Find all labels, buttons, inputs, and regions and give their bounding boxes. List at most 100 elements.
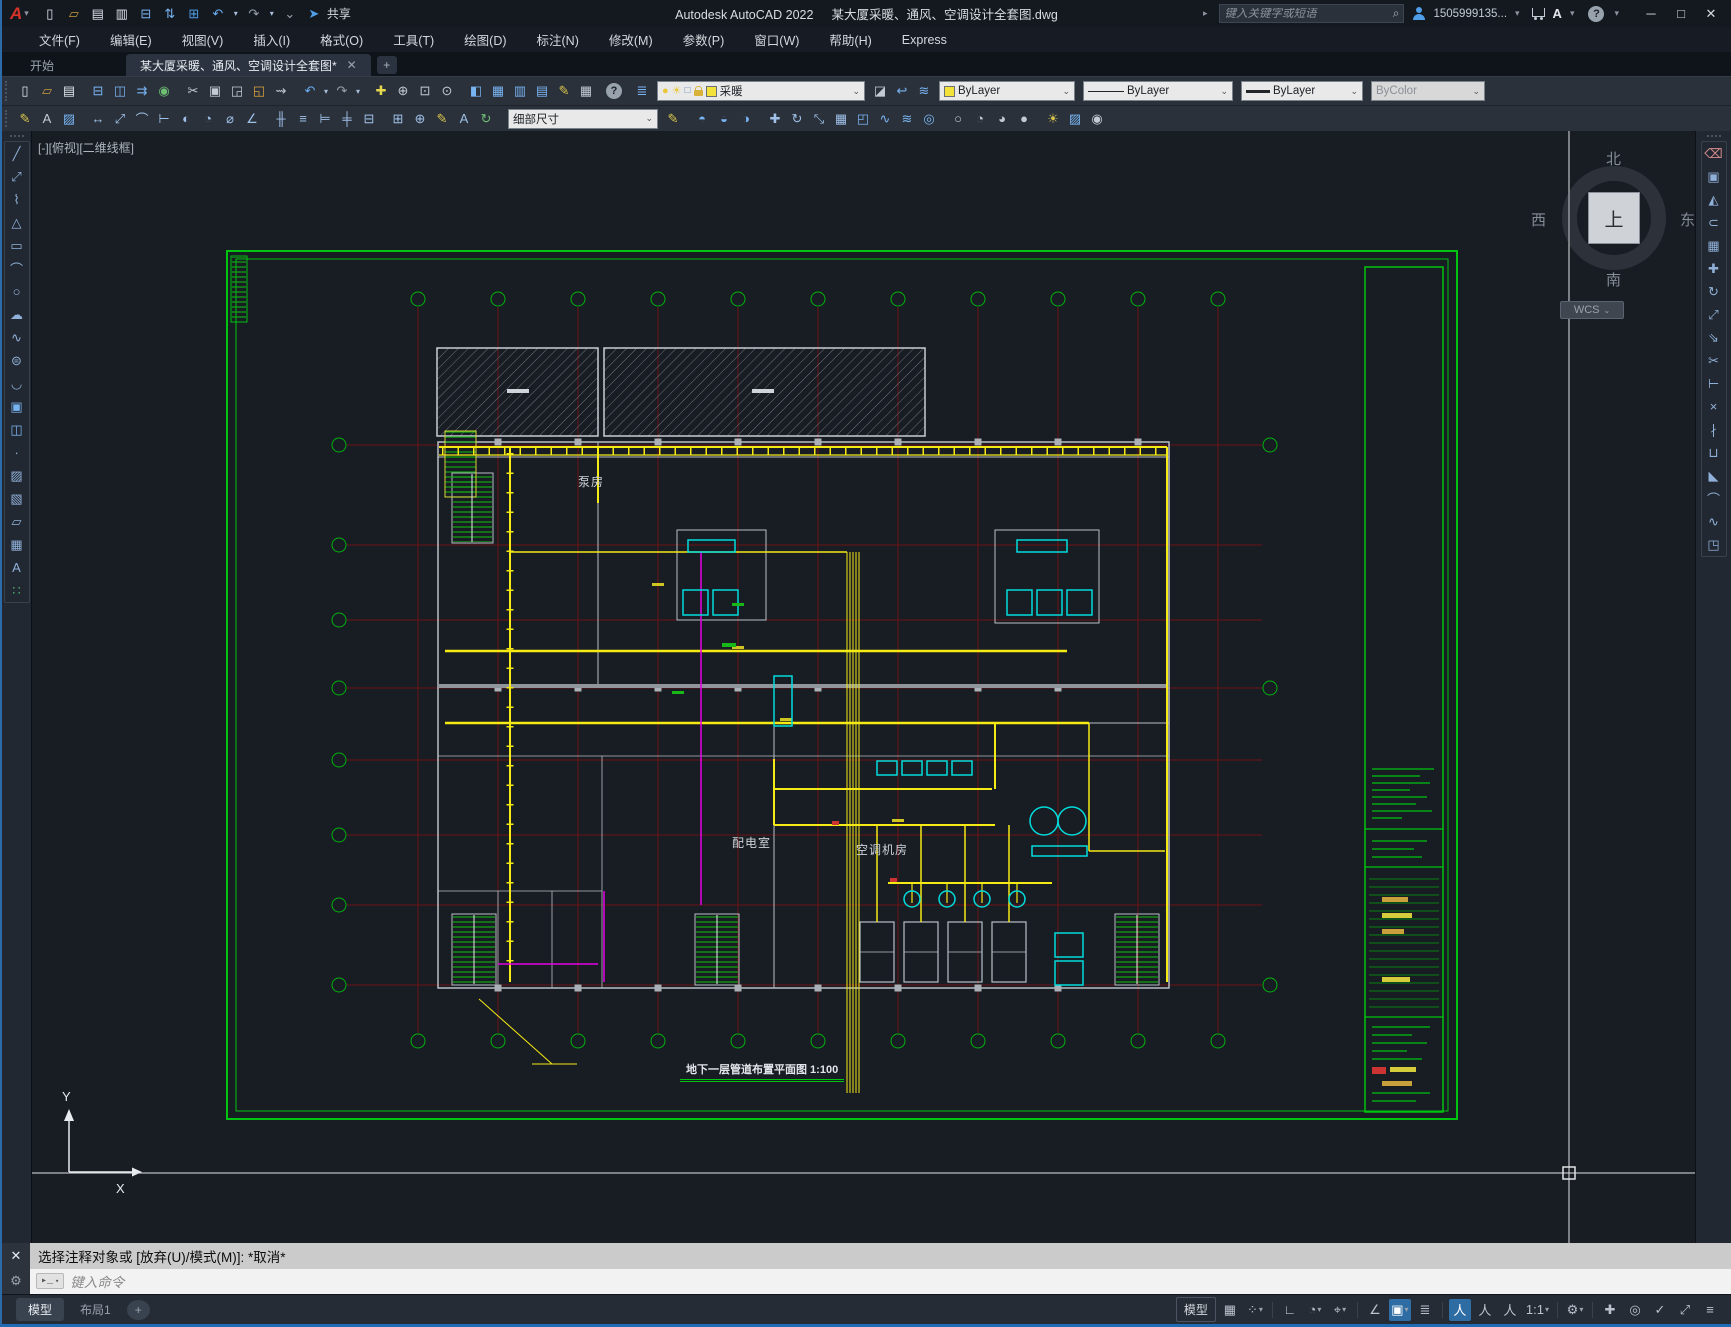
pan-icon[interactable]: ✚ bbox=[370, 81, 392, 101]
recent-commands-icon[interactable]: ▸_ ▾ bbox=[36, 1273, 65, 1290]
drawing-canvas[interactable]: [-][俯视][二维线框] 泵房 配电室 空调机房 地下一层管道布置平面图 1:… bbox=[32, 131, 1695, 1243]
ellipse-icon[interactable]: ⊜ bbox=[5, 349, 29, 372]
command-close-button[interactable]: ✕ bbox=[2, 1243, 30, 1269]
dim-style-dropdown[interactable]: 细部尺寸 ⌄ bbox=[508, 108, 658, 129]
loft-icon[interactable]: ≋ bbox=[896, 109, 918, 129]
graphics-performance-icon[interactable]: ✓ bbox=[1649, 1299, 1671, 1321]
viewport-controls[interactable]: [-][俯视][二维线框] bbox=[38, 139, 134, 156]
command-tools-icon[interactable]: ⚙ bbox=[2, 1268, 30, 1294]
3d-align-icon[interactable]: ⤡ bbox=[808, 109, 830, 129]
tolerance-icon[interactable]: ⊞ bbox=[387, 109, 409, 129]
hatch-icon[interactable]: ▨ bbox=[5, 464, 29, 487]
minimize-button[interactable]: ─ bbox=[1637, 3, 1665, 25]
open-folder-icon[interactable]: ▱ bbox=[63, 4, 85, 24]
redo-dropdown-icon[interactable]: ▾ bbox=[267, 4, 277, 24]
trim-icon[interactable]: ✂ bbox=[1702, 349, 1726, 372]
match-properties-icon[interactable]: ⇝ bbox=[270, 81, 292, 101]
sheet-set-manager-icon[interactable]: ▤ bbox=[531, 81, 553, 101]
stretch-icon[interactable]: ⇘ bbox=[1702, 326, 1726, 349]
menu-item[interactable]: 格式(O) bbox=[305, 27, 378, 52]
annotation-scale-button[interactable]: 1:1 ▾ bbox=[1524, 1299, 1551, 1321]
undo-icon[interactable]: ↶ bbox=[299, 81, 321, 101]
new-file-icon[interactable]: ▯ bbox=[14, 81, 36, 101]
user-avatar-icon[interactable] bbox=[1412, 7, 1425, 20]
maximize-button[interactable]: □ bbox=[1667, 3, 1695, 25]
fillet-icon[interactable]: ⌒ bbox=[1702, 487, 1726, 510]
sweep-icon[interactable]: ∿ bbox=[874, 109, 896, 129]
autocad-logo-icon[interactable]: A bbox=[2, 4, 24, 24]
save-icon[interactable]: ▤ bbox=[87, 4, 109, 24]
layer-dropdown[interactable]: ● ☀ □ 采暖 ⌄ bbox=[657, 81, 865, 101]
paste-special-icon[interactable]: ◱ bbox=[248, 81, 270, 101]
properties-palette-icon[interactable]: ◧ bbox=[465, 81, 487, 101]
save-icon[interactable]: ▤ bbox=[58, 81, 80, 101]
share-icon[interactable]: ➤ bbox=[303, 4, 325, 24]
viewcube-north[interactable]: 北 bbox=[1606, 148, 1621, 169]
isometric-drafting-icon[interactable]: ∠ bbox=[1364, 1299, 1386, 1321]
point-icon[interactable]: ∙ bbox=[5, 441, 29, 464]
viewcube-east[interactable]: 东 bbox=[1680, 209, 1695, 230]
zoom-realtime-icon[interactable]: ⊕ bbox=[392, 81, 414, 101]
dim-edit-icon[interactable]: ✎ bbox=[431, 109, 453, 129]
layer-properties-icon[interactable]: ≣ bbox=[631, 81, 653, 101]
dim-radius-icon[interactable]: ◐ bbox=[175, 109, 197, 129]
transfer-icon[interactable]: ⇅ bbox=[159, 4, 181, 24]
menu-item[interactable]: 参数(P) bbox=[668, 27, 740, 52]
menu-item[interactable]: 文件(F) bbox=[24, 27, 95, 52]
annotation-visibility-icon[interactable]: 人 bbox=[1448, 1298, 1471, 1321]
dim-arc-length-icon[interactable]: ⌒ bbox=[131, 109, 153, 129]
redo-dropdown-icon[interactable]: ▾ bbox=[353, 81, 363, 101]
polyline-icon[interactable]: ⌇ bbox=[5, 188, 29, 211]
help-icon[interactable]: ? bbox=[1588, 5, 1605, 22]
app-store-cart-icon[interactable] bbox=[1531, 7, 1545, 20]
search-input[interactable] bbox=[1224, 7, 1393, 20]
construction-line-icon[interactable]: ⤢ bbox=[5, 165, 29, 188]
blend-curves-icon[interactable]: ∿ bbox=[1702, 510, 1726, 533]
color-dropdown[interactable]: ByLayer ⌄ bbox=[939, 81, 1075, 101]
clean-screen-icon[interactable]: ⤢ bbox=[1674, 1299, 1696, 1321]
toolbar-grip[interactable] bbox=[5, 81, 10, 101]
plot-icon[interactable]: ⊟ bbox=[135, 4, 157, 24]
menu-item[interactable]: 插入(I) bbox=[238, 27, 305, 52]
wcs-dropdown[interactable]: WCS ⌄ bbox=[1560, 301, 1624, 319]
dim-jogged-icon[interactable]: ◔ bbox=[197, 109, 219, 129]
extrude-icon[interactable]: ◰ bbox=[852, 109, 874, 129]
make-block-icon[interactable]: ◫ bbox=[5, 418, 29, 441]
spline-icon[interactable]: ∿ bbox=[5, 326, 29, 349]
print-icon[interactable]: ⊞ bbox=[183, 4, 205, 24]
toolbar-grip[interactable] bbox=[1706, 135, 1721, 137]
dim-linear-icon[interactable]: ↔ bbox=[87, 109, 109, 129]
close-button[interactable]: ✕ bbox=[1697, 3, 1725, 25]
quick-dimension-icon[interactable]: ╫ bbox=[270, 109, 292, 129]
object-isolate-icon[interactable]: ◎ bbox=[1624, 1299, 1646, 1321]
model-tab[interactable]: 模型 bbox=[16, 1298, 65, 1321]
vs-realistic-icon[interactable]: ● bbox=[1013, 109, 1035, 129]
menu-item[interactable]: 修改(M) bbox=[594, 27, 668, 52]
object-snap-icon[interactable]: ⌖ ▾ bbox=[1329, 1299, 1351, 1321]
dynamic-input-icon[interactable]: ▣ ▾ bbox=[1388, 1298, 1411, 1321]
design-center-icon[interactable]: ▦ bbox=[487, 81, 509, 101]
dim-continue-icon[interactable]: ⊨ bbox=[314, 109, 336, 129]
paste-icon[interactable]: ◲ bbox=[226, 81, 248, 101]
viewcube-top-face[interactable]: 上 bbox=[1588, 192, 1640, 244]
zoom-window-icon[interactable]: ⊡ bbox=[414, 81, 436, 101]
move-icon[interactable]: ✚ bbox=[1702, 257, 1726, 280]
workspace-switching-icon[interactable]: ⚙ ▾ bbox=[1564, 1299, 1586, 1321]
mtext-icon[interactable]: A bbox=[5, 556, 29, 579]
redo-icon[interactable]: ↷ bbox=[331, 81, 353, 101]
render-icon[interactable]: ◉ bbox=[1086, 109, 1108, 129]
tab-document[interactable]: 某大厦采暖、通风、空调设计全套图* ✕ bbox=[126, 54, 371, 76]
menu-item[interactable]: Express bbox=[887, 27, 962, 52]
account-dropdown-icon[interactable]: ▾ bbox=[1515, 8, 1524, 19]
dim-break-icon[interactable]: ⊟ bbox=[358, 109, 380, 129]
scale-icon[interactable]: ⤢ bbox=[1702, 303, 1726, 326]
tab-start[interactable]: 开始 bbox=[16, 54, 126, 76]
offset-icon[interactable]: ⊂ bbox=[1702, 211, 1726, 234]
text-style-icon[interactable]: A bbox=[36, 109, 58, 129]
crosshair-toggle-icon[interactable]: ✚ bbox=[1599, 1299, 1621, 1321]
copy-icon[interactable]: ▣ bbox=[204, 81, 226, 101]
toolbar-grip[interactable] bbox=[5, 109, 10, 128]
text-edit-icon[interactable]: ✎ bbox=[14, 109, 36, 129]
zoom-previous-icon[interactable]: ⊙ bbox=[436, 81, 458, 101]
revision-cloud-icon[interactable]: ☁ bbox=[5, 303, 29, 326]
